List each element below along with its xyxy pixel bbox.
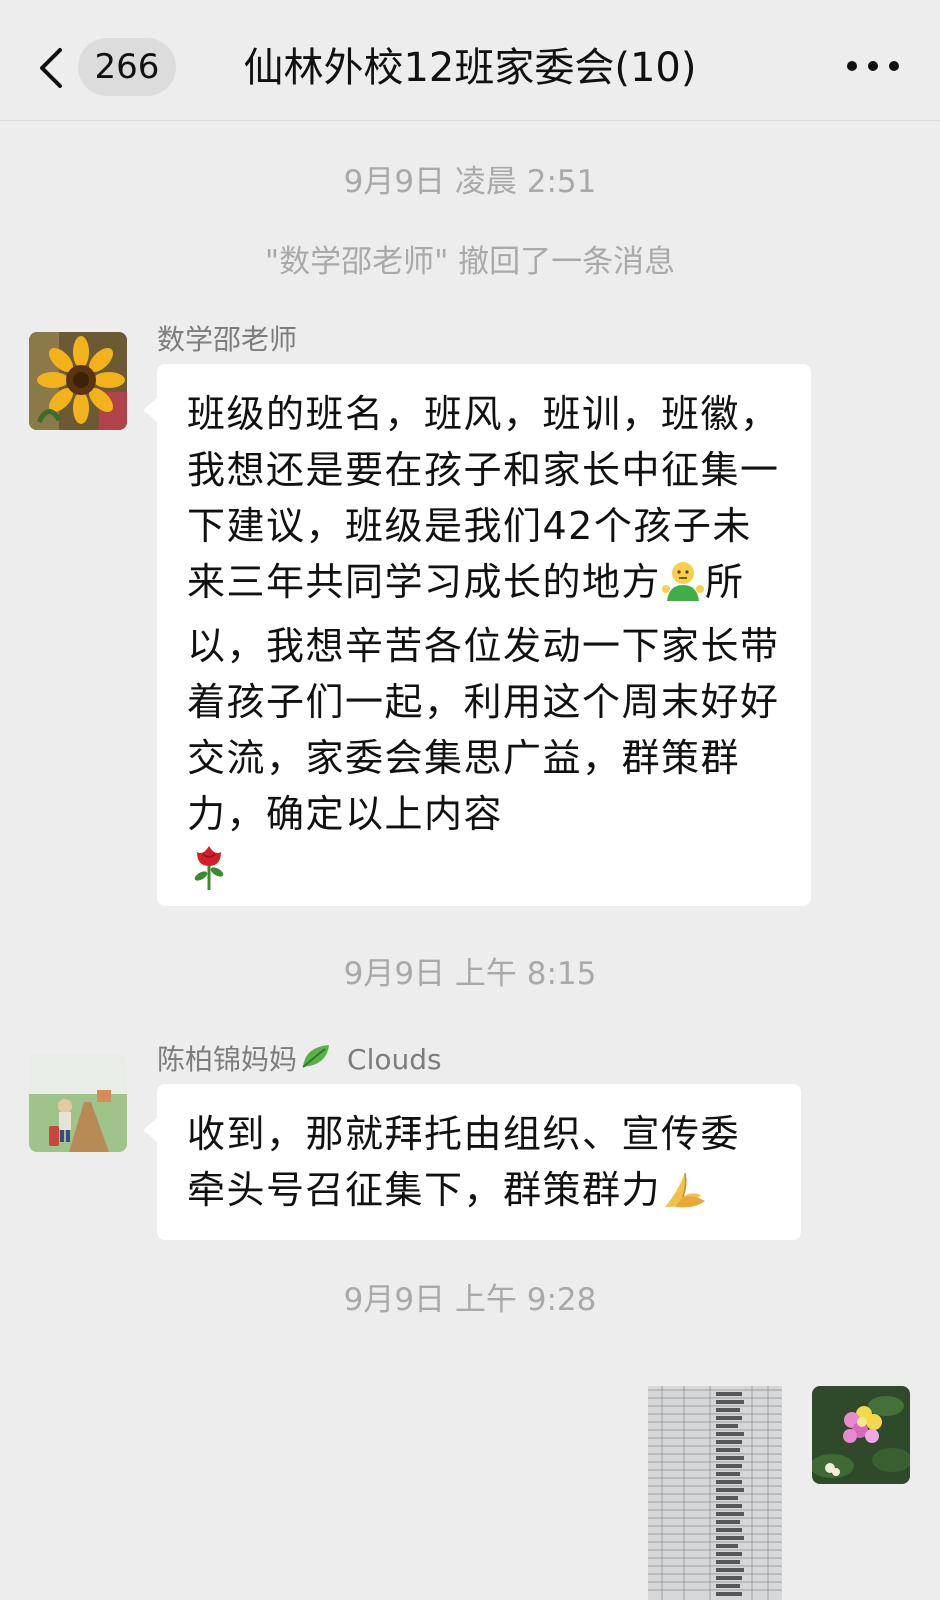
avatar-math-teacher[interactable] <box>29 332 127 430</box>
more-dots-icon <box>847 61 899 71</box>
rose-icon <box>187 842 231 907</box>
back-button[interactable] <box>36 44 68 92</box>
sender-name-text: 陈柏锦妈妈 <box>157 1043 298 1076</box>
chat-header: 266 仙林外校12班家委会(10) <box>0 0 940 121</box>
chevron-left-icon <box>40 48 62 88</box>
sender-name-suffix: Clouds <box>347 1043 442 1076</box>
folded-hands-icon <box>661 1167 709 1226</box>
chat-title: 仙林外校12班家委会(10) <box>243 45 697 91</box>
leaf-icon <box>299 1041 333 1082</box>
message-text: 收到，那就拜托由组织、宣传委牵头号召征集下，群策群力 <box>187 1112 741 1212</box>
recall-notice: "数学邵老师" 撤回了一条消息 <box>264 244 676 280</box>
message-bubble[interactable]: 收到，那就拜托由组织、宣传委牵头号召征集下，群策群力 <box>143 1084 801 1240</box>
more-button[interactable] <box>846 54 900 78</box>
painting-avatar-image <box>29 1054 127 1152</box>
sender-name: 陈柏锦妈妈 Clouds <box>157 1040 442 1082</box>
flower-avatar-image <box>812 1386 910 1484</box>
avatar-parent[interactable] <box>29 1054 127 1152</box>
message-bubble[interactable]: 班级的班名，班风，班训，班徽，我想还是要在孩子和家长中征集一下建议，班级是我们4… <box>143 364 811 907</box>
avatar-self[interactable] <box>812 1386 910 1484</box>
timestamp: 9月9日 上午 8:15 <box>343 956 597 992</box>
student-list-photo <box>648 1386 782 1600</box>
sent-image-student-list[interactable] <box>648 1386 782 1600</box>
timestamp: 9月9日 凌晨 2:51 <box>343 164 597 200</box>
person-shrug-icon <box>661 559 705 618</box>
sender-name: 数学邵老师 <box>157 323 298 356</box>
timestamp: 9月9日 上午 9:28 <box>343 1282 597 1318</box>
chat-screen: 266 仙林外校12班家委会(10) 9月9日 凌晨 2:51 "数学邵老师" … <box>0 0 940 1600</box>
sunflower-avatar-image <box>29 332 127 430</box>
unread-count-badge[interactable]: 266 <box>78 38 176 96</box>
